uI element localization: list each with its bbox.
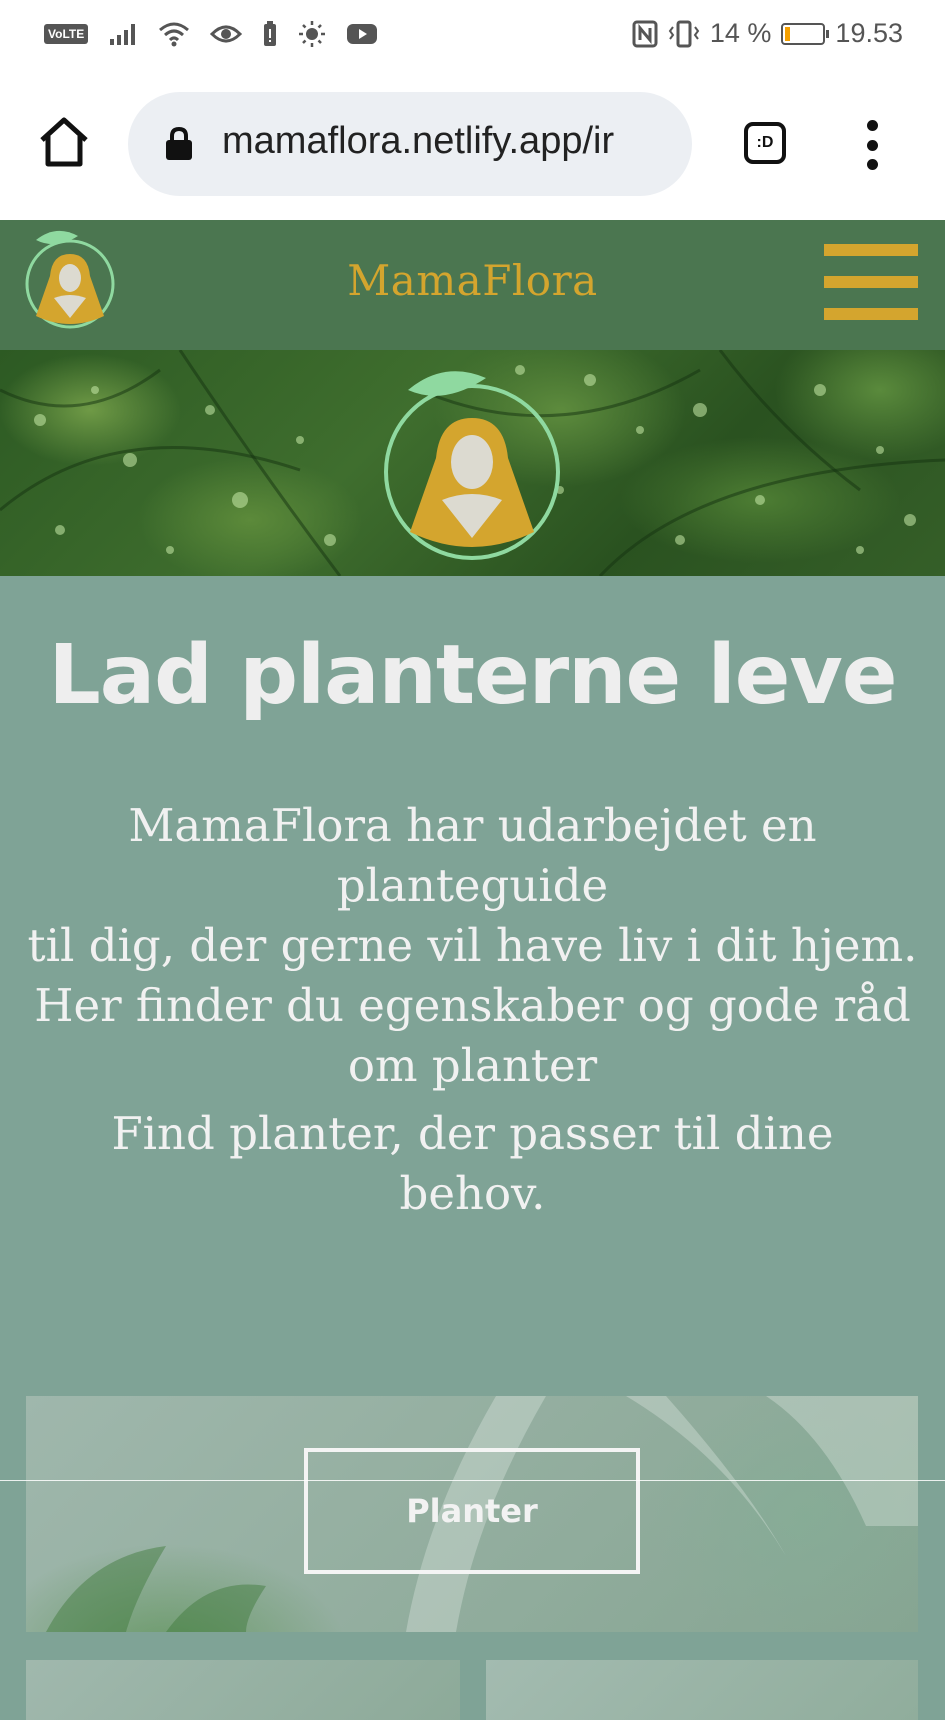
dot [866,139,878,151]
address-bar[interactable]: mamaflora.netlify.app/ir [128,92,692,196]
intro-line: om planter [347,1039,598,1092]
intro-line: planteguide [336,859,609,912]
wifi-icon [159,22,190,47]
more-options-icon[interactable] [858,120,886,170]
hamburger-menu-icon[interactable] [824,244,918,320]
home-icon[interactable] [36,114,92,170]
intro-paragraph: MamaFlora har udarbejdet en planteguide … [0,796,945,1096]
hero-logo-icon [384,371,560,560]
intro-line: til dig, der gerne vil have liv i dit hj… [27,919,918,972]
divider-line [0,1480,945,1481]
intro-paragraph-2: Find planter, der passer til dine behov. [0,1104,945,1224]
battery-icon [781,22,830,45]
menu-bar [824,276,918,288]
hero-banner [0,350,945,576]
planter-card[interactable]: Planter [26,1396,918,1632]
intro-line: behov. [399,1167,546,1220]
youtube-icon [347,24,378,44]
site-header: MamaFlora [0,220,945,350]
battery-alert-icon [264,21,277,46]
status-bar: VoLTE 14 % 19.53 [0,0,945,72]
eye-icon [210,25,243,43]
dot [866,159,878,170]
battery-percent: 14 % [709,18,772,48]
vibrate-icon [668,20,700,47]
intro-line: Find planter, der passer til dine [111,1107,834,1160]
intro-line: Her finder du egenskaber og gode råd [34,979,911,1032]
menu-bar [824,244,918,256]
signal-icon [110,24,136,45]
tab-switcher-button[interactable]: :D [744,122,786,164]
url-text: mamaflora.netlify.app/ir [222,120,615,162]
clock: 19.53 [835,18,903,48]
lock-icon [166,126,192,160]
battery-level [785,26,791,41]
category-card-left[interactable] [26,1660,460,1720]
planter-button[interactable]: Planter [304,1448,640,1574]
category-card-right[interactable] [486,1660,918,1720]
browser-toolbar: mamaflora.netlify.app/ir :D [0,72,945,220]
status-left: VoLTE [44,20,378,48]
brightness-icon [299,21,326,47]
volte-badge: VoLTE [44,24,89,44]
menu-bar [824,308,918,320]
intro-text: MamaFlora har udarbejdet en planteguide … [0,796,945,1224]
nfc-icon [632,20,658,47]
intro-line: MamaFlora har udarbejdet en [128,799,817,852]
site-title[interactable]: MamaFlora [0,256,945,305]
dot [866,120,878,131]
status-right: 14 % 19.53 [632,18,903,49]
page-headline: Lad planterne leve [48,628,898,723]
